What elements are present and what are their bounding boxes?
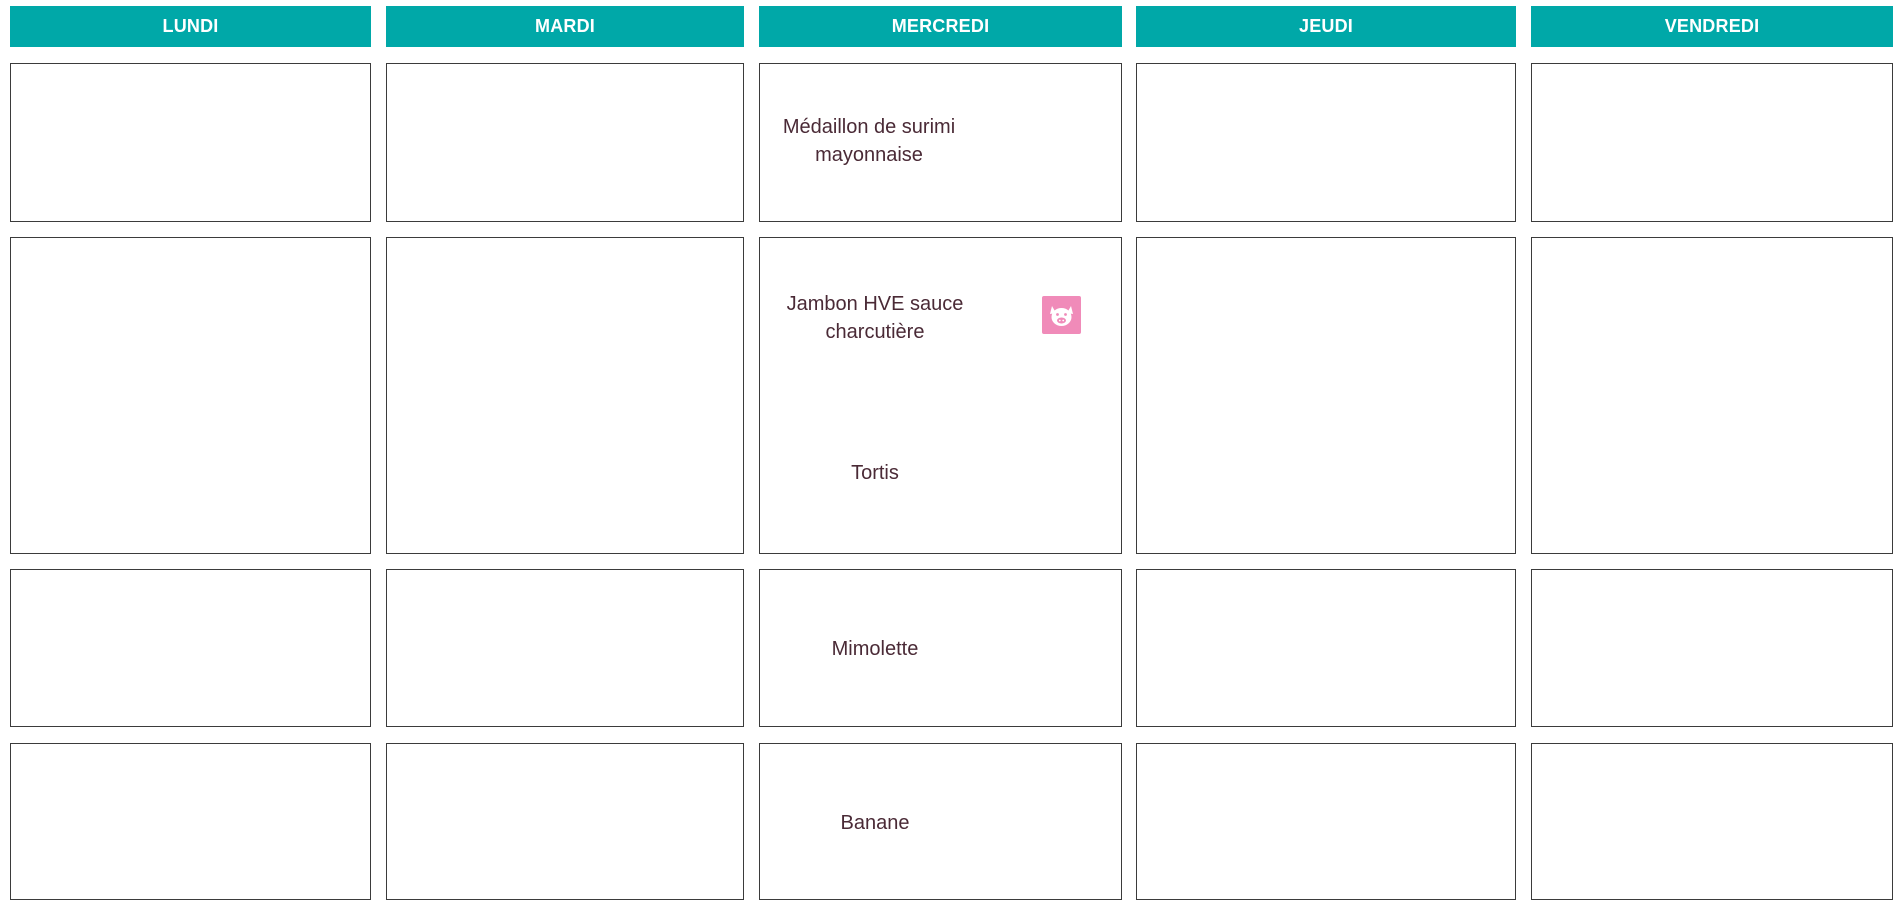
cell-lundi-fromage (10, 569, 371, 727)
cell-mercredi-plat: Jambon HVE sauce charcutière Tortis (759, 237, 1122, 554)
dish-accompagnement: Tortis (851, 462, 899, 484)
cell-mercredi-dessert: Banane (759, 743, 1122, 900)
cell-jeudi-entree (1136, 63, 1516, 222)
dish-entree: Médaillon de surimi mayonnaise (782, 116, 956, 166)
cell-mercredi-entree: Médaillon de surimi mayonnaise (759, 63, 1122, 222)
cell-lundi-entree (10, 63, 371, 222)
cell-mercredi-fromage: Mimolette (759, 569, 1122, 727)
cell-mardi-plat (386, 237, 744, 554)
dish-fromage: Mimolette (831, 638, 919, 660)
day-header-mardi: MARDI (386, 6, 744, 47)
pig-icon (1042, 296, 1081, 334)
dish-dessert: Banane (840, 812, 910, 834)
day-header-vendredi: VENDREDI (1531, 6, 1893, 47)
cell-lundi-dessert (10, 743, 371, 900)
cell-vendredi-entree (1531, 63, 1893, 222)
cell-jeudi-fromage (1136, 569, 1516, 727)
cell-vendredi-dessert (1531, 743, 1893, 900)
cell-jeudi-plat (1136, 237, 1516, 554)
cell-mardi-fromage (386, 569, 744, 727)
cell-lundi-plat (10, 237, 371, 554)
cell-vendredi-plat (1531, 237, 1893, 554)
day-header-mercredi: MERCREDI (759, 6, 1122, 47)
day-header-lundi: LUNDI (10, 6, 371, 47)
dish-plat: Jambon HVE sauce charcutière (786, 293, 964, 343)
cell-mardi-dessert (386, 743, 744, 900)
cell-vendredi-fromage (1531, 569, 1893, 727)
cell-mardi-entree (386, 63, 744, 222)
day-header-jeudi: JEUDI (1136, 6, 1516, 47)
cell-jeudi-dessert (1136, 743, 1516, 900)
